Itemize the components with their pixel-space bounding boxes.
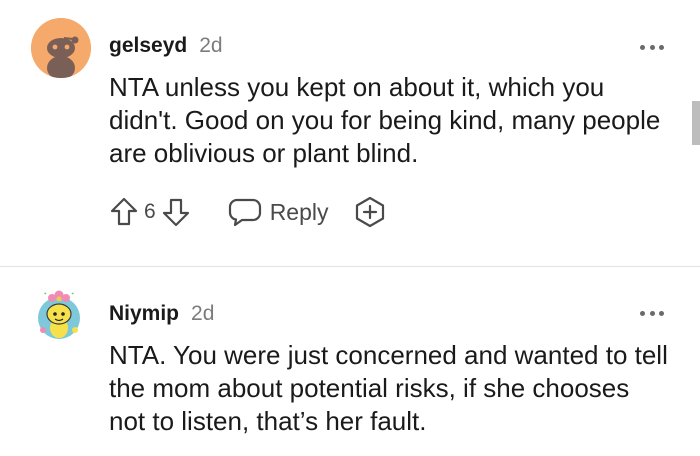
comment-actions: 6 Reply — [108, 194, 387, 230]
username[interactable]: gelseyd — [109, 34, 187, 58]
comment-age: 2d — [199, 34, 223, 57]
upvote-button[interactable] — [108, 195, 140, 229]
comment-niymip: Niymip 2d NTA. You were just concerned a… — [0, 267, 700, 456]
comment-gelseyd: gelseyd 2d NTA unless you kept on about … — [0, 0, 700, 266]
comment-text: NTA unless you kept on about it, which y… — [109, 72, 661, 168]
reply-button[interactable]: Reply — [228, 197, 329, 227]
comment-age: 2d — [191, 302, 215, 325]
downvote-button[interactable] — [160, 195, 192, 229]
scrollbar[interactable] — [692, 101, 700, 145]
snoo-flower-avatar-icon — [38, 290, 80, 339]
award-plus-icon — [355, 196, 384, 228]
comment-meta: gelseyd 2d — [109, 34, 223, 58]
comment-text: NTA. You were just concerned and wanted … — [109, 340, 668, 436]
speech-bubble-icon — [228, 198, 261, 227]
upvote-arrow-icon — [110, 197, 138, 226]
avatar[interactable] — [31, 18, 91, 78]
more-options-icon[interactable] — [640, 43, 664, 51]
reply-label: Reply — [269, 198, 329, 225]
more-options-icon[interactable] — [640, 309, 664, 317]
comment-meta: Niymip 2d — [109, 302, 214, 326]
vote-score: 6 — [144, 200, 156, 223]
avatar[interactable] — [34, 288, 84, 342]
username[interactable]: Niymip — [109, 302, 179, 326]
snoo-avatar-icon — [31, 18, 91, 78]
award-button[interactable] — [353, 195, 387, 229]
downvote-arrow-icon — [162, 198, 189, 227]
